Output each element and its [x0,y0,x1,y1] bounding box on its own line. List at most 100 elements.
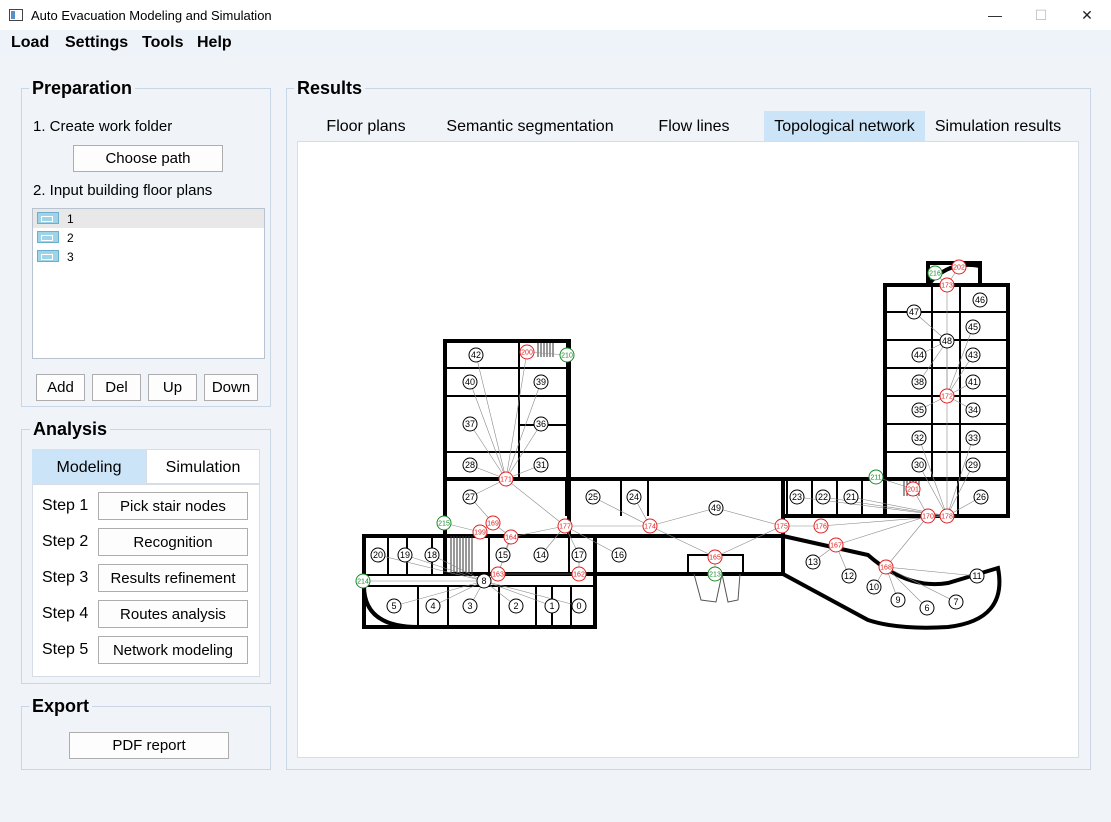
list-item-label: 3 [67,250,74,264]
network-edge [649,507,717,527]
door-node-label: 172 [941,393,953,400]
floor-plan-thumbnail-icon [37,212,59,224]
menu-bar: Load Settings Tools Help [0,30,1111,56]
step-5-label: Step 5 [42,641,89,658]
wall [567,477,785,538]
door-node-label: 162 [573,571,585,578]
list-item[interactable]: 1 [33,209,264,228]
maximize-button[interactable]: ☐ [1018,0,1064,30]
recognition-button[interactable]: Recognition [98,528,248,556]
tab-topological-network[interactable]: Topological network [764,111,925,142]
list-item-label: 1 [67,212,74,226]
analysis-tabs: Modeling Simulation [32,449,260,484]
down-button[interactable]: Down [204,374,258,401]
floor-plan-thumbnail-icon [37,231,59,243]
door-node-label: 178 [941,513,953,520]
room-node-label: 30 [914,460,924,470]
network-edge [504,351,528,480]
door-node-label: 163 [492,571,504,578]
room-node-label: 25 [588,492,598,502]
network-edge [835,515,929,546]
network-modeling-button[interactable]: Network modeling [98,636,248,664]
floor-plan-network: 012345 6789101112131415 161718192021222324… [355,259,1010,630]
create-folder-label: 1. Create work folder [33,118,173,135]
close-button[interactable]: ✕ [1064,0,1110,30]
export-title: Export [29,696,93,717]
tab-flow-lines[interactable]: Flow lines [642,111,746,142]
add-button[interactable]: Add [36,374,85,401]
menu-settings[interactable]: Settings [65,34,128,52]
room-node-label: 24 [629,492,639,502]
minimize-button[interactable]: — [972,0,1018,30]
door-node-label: 201 [907,486,919,493]
menu-load[interactable]: Load [11,34,49,52]
step-4-label: Step 4 [42,605,89,622]
exit-node-label: 211 [870,474,881,481]
wall [443,339,571,481]
list-item[interactable]: 3 [33,247,264,266]
room-node-label: 12 [844,571,854,581]
room-node-label: 34 [968,405,978,415]
network-edge [714,525,783,558]
door-node-label: 174 [644,523,656,530]
network-edge [715,507,783,527]
door-node-label: 202 [953,264,965,271]
room-node-label: 15 [498,550,508,560]
input-floor-plans-label: 2. Input building floor plans [33,182,213,199]
room-node-label: 3 [467,601,472,611]
room-node-label: 42 [471,350,481,360]
room-node-label: 10 [869,582,879,592]
door-node-label: 199 [474,529,486,536]
step-3-label: Step 3 [42,569,89,586]
choose-path-button[interactable]: Choose path [73,145,223,172]
del-button[interactable]: Del [92,374,141,401]
menu-help[interactable]: Help [197,34,232,52]
window-title: Auto Evacuation Modeling and Simulation [31,8,272,23]
room-node-label: 27 [465,492,475,502]
room-node-label: 44 [914,350,924,360]
tab-modeling[interactable]: Modeling [32,449,146,484]
results-title: Results [294,78,366,99]
up-button[interactable]: Up [148,374,197,401]
network-edge [474,354,507,480]
exit-node-label: 215 [438,520,450,527]
floor-plan-list[interactable]: 1 2 3 [32,208,265,359]
routes-analysis-button[interactable]: Routes analysis [98,600,248,628]
analysis-title: Analysis [30,419,111,440]
room-node-label: 36 [536,419,546,429]
room-node-label: 43 [968,350,978,360]
tab-floor-plans[interactable]: Floor plans [310,111,422,142]
door-node-label: 173 [941,282,953,289]
door-node-label: 169 [487,520,499,527]
pdf-report-button[interactable]: PDF report [69,732,229,759]
network-edge [431,554,485,582]
list-item-label: 2 [67,231,74,245]
door-node-label: 200 [521,349,533,356]
room-node-label: 20 [373,550,383,560]
results-refinement-button[interactable]: Results refinement [98,564,248,592]
room-node-label: 38 [914,377,924,387]
door-node-label: 170 [922,513,934,520]
preparation-title: Preparation [29,78,136,99]
door-node-label: 171 [500,476,512,483]
app-icon [9,9,23,21]
step-2-label: Step 2 [42,533,89,550]
network-edge [885,515,929,568]
exit-node-label: 214 [357,578,369,585]
topological-network-canvas[interactable]: 0 1 2 3 4 5 6 7 8 9 10 11 12 13 14 15 16 17 18 19 20 21 22 23 24… [308,150,1069,750]
tab-simulation-results[interactable]: Simulation results [930,111,1066,142]
door-node-label: 176 [815,523,827,530]
tab-simulation[interactable]: Simulation [146,449,260,484]
menu-tools[interactable]: Tools [142,34,183,52]
tab-semantic-segmentation[interactable]: Semantic segmentation [436,111,624,142]
list-item[interactable]: 2 [33,228,264,247]
floor-plan-thumbnail-icon [37,250,59,262]
room-node-label: 22 [818,492,828,502]
pick-stair-nodes-button[interactable]: Pick stair nodes [98,492,248,520]
network-edge [649,525,716,558]
room-node-label: 33 [968,433,978,443]
room-node-label: 40 [465,377,475,387]
room-node-label: 6 [924,603,929,613]
room-node-label: 47 [909,307,919,317]
room-node-label: 21 [846,492,856,502]
